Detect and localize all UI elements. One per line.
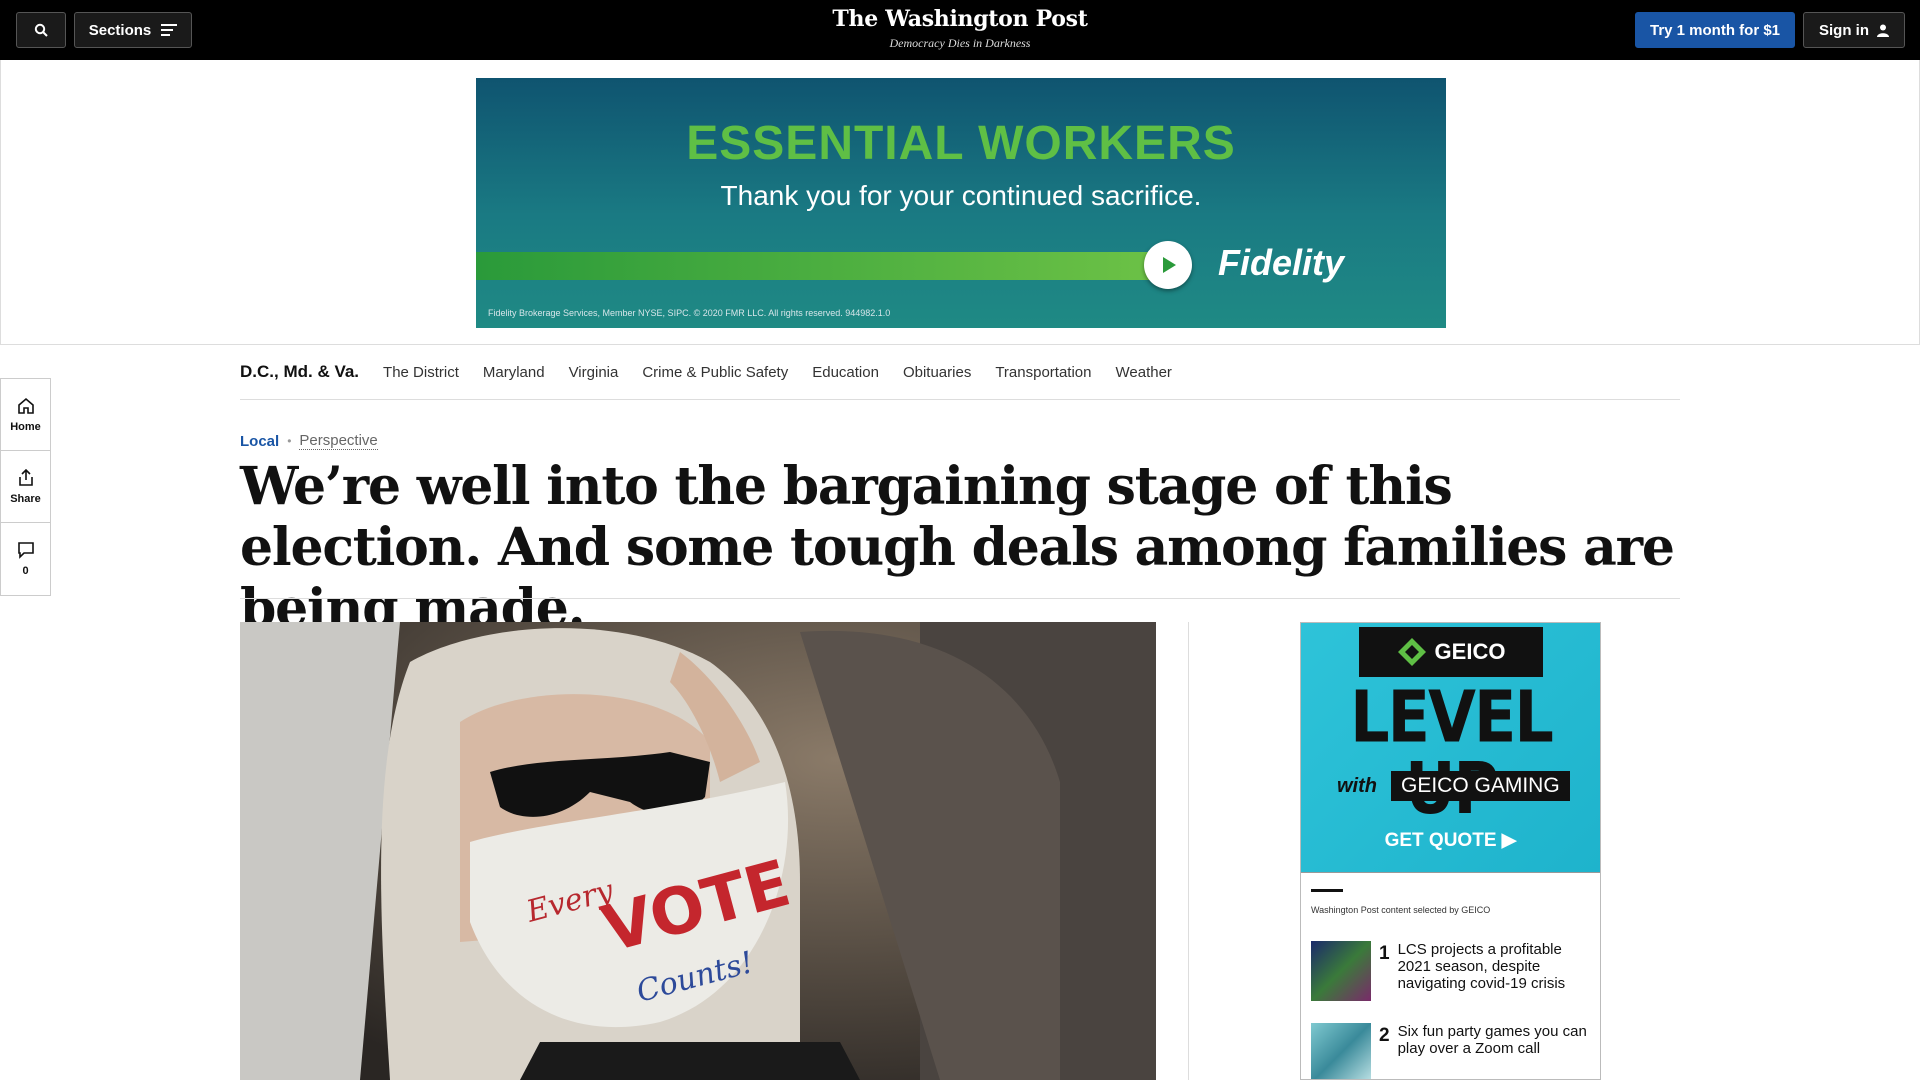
story-thumbnail[interactable] (1311, 1023, 1371, 1079)
ad-headline: ESSENTIAL WORKERS (686, 117, 1236, 170)
geico-cta[interactable]: GET QUOTE ▶ (1301, 829, 1600, 852)
play-triangle-icon: ▶ (1501, 830, 1517, 851)
subscribe-button[interactable]: Try 1 month for $1 (1635, 12, 1795, 48)
rail-comments-count: 0 (22, 565, 29, 577)
comment-icon (17, 542, 34, 559)
masthead[interactable]: The Washington Post Democracy Dies in Da… (0, 6, 1920, 51)
nav-link-crime-public-safety[interactable]: Crime & Public Safety (642, 364, 788, 381)
user-icon (1877, 24, 1889, 37)
home-icon (17, 397, 34, 414)
ad-rule (1311, 889, 1343, 892)
story-title[interactable]: LCS projects a profitable 2021 season, d… (1398, 941, 1591, 1001)
geico-with-brand: GEICO GAMING (1391, 771, 1570, 801)
geico-with: with (1337, 775, 1377, 797)
geico-diamond-icon (1397, 638, 1426, 666)
nav-link-weather[interactable]: Weather (1116, 364, 1172, 381)
fidelity-ad[interactable]: ESSENTIAL WORKERS Thank you for your con… (476, 78, 1446, 328)
headline-divider (240, 598, 1680, 599)
photo-illustration: Every VOTE Counts! (240, 622, 1156, 1080)
rail-home-label: Home (10, 420, 41, 433)
sign-in-button[interactable]: Sign in (1803, 12, 1905, 48)
sponsored-story[interactable]: 1 LCS projects a profitable 2021 season,… (1311, 941, 1591, 1001)
column-divider (1188, 622, 1189, 1080)
geico-badge-brand: GEICO (1434, 639, 1506, 664)
geico-big-text: LEVEL UP (1350, 674, 1554, 824)
article-headline: We’re well into the bargaining stage of … (240, 456, 1675, 639)
sponsored-story[interactable]: 2 Six fun party games you can play over … (1311, 1023, 1591, 1079)
ad-subline: Thank you for your continued sacrifice. (720, 180, 1202, 211)
story-title[interactable]: Six fun party games you can play over a … (1398, 1023, 1591, 1079)
site-tagline: Democracy Dies in Darkness (889, 36, 1031, 50)
share-icon (18, 468, 33, 486)
top-bar: Sections The Washington Post Democracy D… (0, 0, 1920, 60)
sign-in-label: Sign in (1819, 21, 1869, 39)
nav-link-transportation[interactable]: Transportation (995, 364, 1091, 381)
ad-fine-print: Fidelity Brokerage Services, Member NYSE… (488, 308, 891, 318)
site-logo[interactable]: The Washington Post (0, 6, 1920, 32)
top-ad-container: ESSENTIAL WORKERS Thank you for your con… (0, 60, 1920, 345)
ad-brand: Fidelity (1218, 242, 1345, 283)
story-thumbnail[interactable] (1311, 941, 1371, 1001)
play-arrow-icon[interactable] (1144, 241, 1192, 289)
geico-badge: GEICO (1359, 627, 1543, 677)
kicker-separator: • (287, 434, 292, 448)
article-kicker: Local • Perspective (240, 432, 378, 450)
rail-share-button[interactable]: Share (1, 451, 50, 523)
ad-green-bar (476, 252, 1166, 280)
nav-link-education[interactable]: Education (812, 364, 879, 381)
kicker-perspective-label[interactable]: Perspective (299, 432, 378, 450)
rail-share-label: Share (10, 492, 41, 505)
nav-link-the-district[interactable]: The District (383, 364, 459, 381)
nav-link-virginia[interactable]: Virginia (569, 364, 619, 381)
rail-home-button[interactable]: Home (1, 379, 50, 451)
nav-link-maryland[interactable]: Maryland (483, 364, 545, 381)
story-number: 2 (1379, 1025, 1390, 1046)
article-photo[interactable]: Every VOTE Counts! (240, 622, 1156, 1080)
nav-link-obituaries[interactable]: Obituaries (903, 364, 971, 381)
section-title[interactable]: D.C., Md. & Va. (240, 362, 359, 382)
story-number: 1 (1379, 943, 1390, 964)
geico-cta-label: GET QUOTE (1384, 830, 1497, 851)
geico-ad[interactable]: GEICO LEVEL UP with GEICO GAMING GET QUO… (1300, 622, 1601, 1080)
kicker-local-link[interactable]: Local (240, 433, 279, 450)
rail-comments-button[interactable]: 0 (1, 523, 50, 595)
section-nav: D.C., Md. & Va. The District Maryland Vi… (240, 345, 1680, 400)
geico-ad-creative[interactable]: GEICO LEVEL UP with GEICO GAMING GET QUO… (1301, 623, 1600, 873)
left-rail: Home Share 0 (0, 378, 51, 596)
ad-credit: Washington Post content selected by GEIC… (1311, 905, 1491, 915)
